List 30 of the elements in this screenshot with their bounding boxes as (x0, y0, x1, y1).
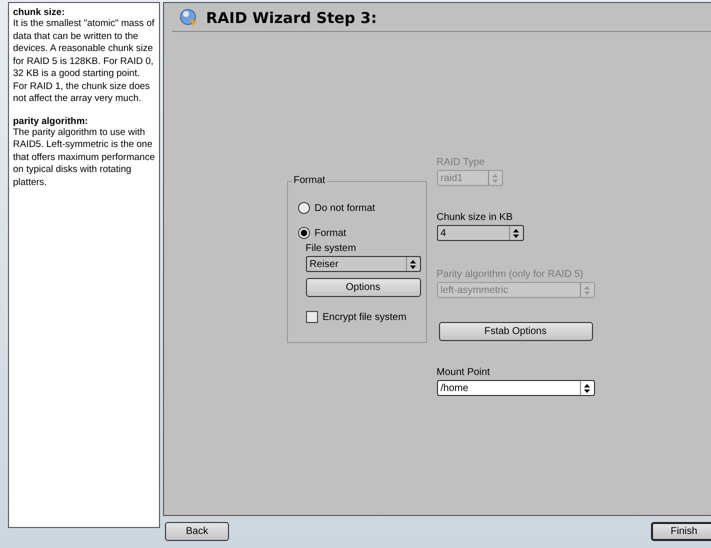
help-text: The parity algorithm to use with RAID5. Left-symmetric is the one that offers maximum performance on typical disks with rotating platters. (13, 126, 155, 189)
radio-button[interactable] (298, 227, 310, 239)
radio-label: Do not format (314, 202, 376, 214)
radio-button[interactable] (298, 202, 310, 214)
field-label: Parity algorithm (only for RAID 5) (436, 269, 584, 280)
spin-arrows-icon (513, 228, 519, 238)
spin-arrows-icon (492, 174, 498, 182)
options-button[interactable]: Options (306, 278, 420, 297)
radio-label: Format (314, 228, 346, 238)
help-text: It is the smallest "atomic" mass of data that can be written to the devices. A reasonable chunk size for RAID 5 is 128KB. For RAID 0, 32 KB is a good starting point. For RAID 1, the chunk size does not affect the array very much. (13, 18, 155, 106)
field-label: Mount Point (436, 367, 491, 378)
field-label: RAID Type (436, 157, 486, 168)
fstab-options-button[interactable]: Fstab Options (438, 322, 592, 341)
dropdown[interactable]: /home (436, 380, 594, 396)
field-label: Chunk size in KB (436, 212, 514, 223)
wizard-title: RAID Wizard Step 3: (206, 9, 377, 27)
help-heading: parity algorithm: (13, 116, 89, 126)
group-title: Format (292, 175, 328, 186)
dropdown[interactable]: Reiser (306, 256, 420, 272)
spin-arrows-icon (410, 260, 416, 268)
spin-arrows-icon (584, 286, 590, 294)
back-button[interactable]: Back (165, 522, 229, 541)
field-label: File system (306, 243, 356, 254)
finish-button[interactable]: Finish (651, 522, 711, 541)
checkbox[interactable] (306, 311, 318, 323)
disk-icon (180, 9, 198, 27)
spin-arrows-icon (584, 384, 590, 392)
help-heading: chunk size: (13, 7, 66, 18)
checkbox-label: Encrypt file system (322, 312, 406, 322)
dropdown[interactable]: 4 (436, 225, 524, 241)
